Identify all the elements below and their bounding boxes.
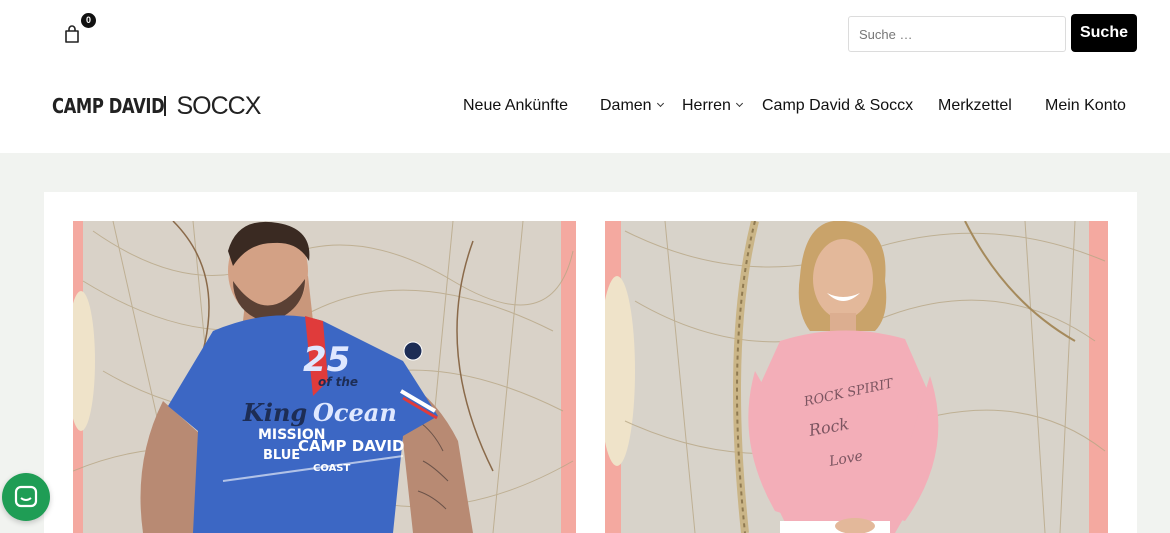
- nav-item-label: Herren: [682, 97, 731, 114]
- svg-text:of the: of the: [318, 375, 358, 389]
- nav-item-label: Camp David & Soccx: [762, 97, 914, 114]
- search-button[interactable]: Suche: [1071, 14, 1137, 52]
- svg-text:King: King: [242, 398, 307, 427]
- nav-item-label: Damen: [600, 97, 652, 114]
- shopping-bag-icon: [65, 25, 79, 43]
- logo-soccx: SOCCX: [176, 91, 262, 120]
- search-input[interactable]: [848, 16, 1066, 52]
- product-image-men[interactable]: 25 King of the Ocean MISSION BLUE CAMP D…: [73, 221, 576, 533]
- nav-item-herren[interactable]: Herren: [682, 97, 743, 115]
- nav-item-camp-david-soccx[interactable]: Camp David & Soccx: [762, 97, 913, 115]
- nav-item-label: Mein Konto: [1045, 97, 1126, 114]
- nav-item-merkzettel[interactable]: Merkzettel: [938, 97, 1012, 115]
- logo-camp-david: CAMP DAVID: [52, 94, 165, 118]
- nav-item-label: Neue Ankünfte: [463, 97, 568, 114]
- site-logo[interactable]: CAMP DAVID SOCCX: [52, 90, 262, 122]
- chat-button[interactable]: [2, 473, 50, 521]
- nav-item-label: Merkzettel: [938, 97, 1012, 114]
- svg-text:25: 25: [303, 340, 350, 380]
- chevron-down-icon: [735, 99, 743, 108]
- svg-text:BLUE: BLUE: [263, 448, 300, 463]
- product-image-women[interactable]: ROCK SPIRIT Rock Love: [605, 221, 1108, 533]
- svg-text:CAMP DAVID: CAMP DAVID: [298, 437, 404, 455]
- svg-text:Ocean: Ocean: [313, 398, 397, 427]
- cart-button[interactable]: [60, 22, 84, 46]
- nav-item-damen[interactable]: Damen: [600, 97, 664, 115]
- svg-text:COAST: COAST: [313, 463, 351, 474]
- cart-count-badge: 0: [81, 13, 96, 28]
- man-blue-polo-photo: 25 King of the Ocean MISSION BLUE CAMP D…: [73, 221, 576, 533]
- nav-item-neue-ankuenfte[interactable]: Neue Ankünfte: [463, 97, 568, 115]
- chevron-down-icon: [656, 99, 664, 108]
- nav-item-mein-konto[interactable]: Mein Konto: [1045, 97, 1126, 115]
- woman-pink-sweater-photo: ROCK SPIRIT Rock Love: [605, 221, 1108, 533]
- chat-icon: [14, 485, 38, 508]
- top-bar: 0 Suche: [0, 0, 1170, 70]
